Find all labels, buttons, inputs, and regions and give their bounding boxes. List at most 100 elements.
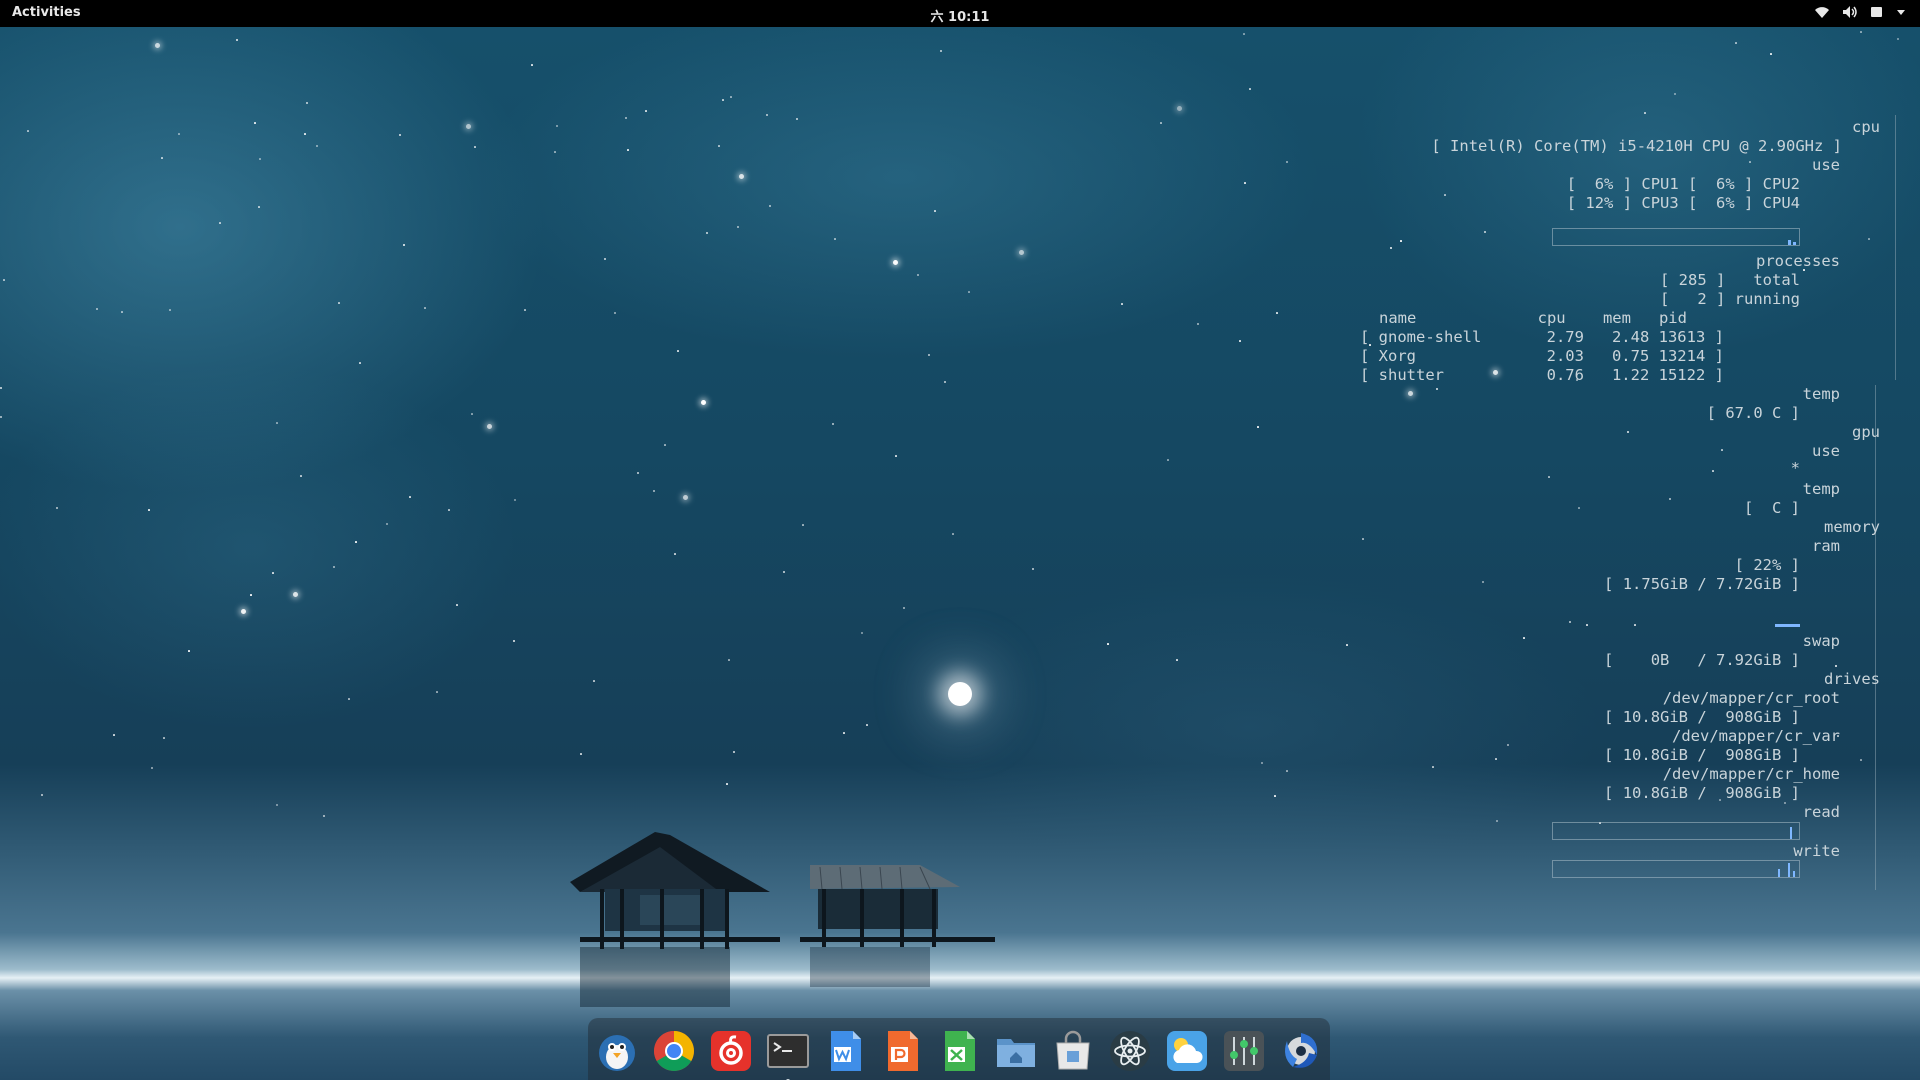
- star: [316, 145, 318, 147]
- star: [323, 815, 325, 817]
- battery-icon[interactable]: [1870, 5, 1884, 19]
- drives-header: drives: [1824, 670, 1880, 688]
- star: [121, 311, 123, 313]
- dock-item-atom[interactable]: [1106, 1027, 1154, 1075]
- star: [625, 117, 627, 119]
- stilt-huts-illustration: [570, 832, 995, 1007]
- volume-icon[interactable]: [1842, 5, 1858, 19]
- dropdown-icon[interactable]: [1896, 5, 1906, 19]
- swap-label: swap: [1802, 632, 1840, 650]
- star: [677, 350, 679, 352]
- star: [163, 737, 165, 739]
- swap-usage: [ 0B / 7.92GiB ]: [1604, 651, 1800, 669]
- application-dock: [588, 1018, 1330, 1080]
- drive-usage: [ 10.8GiB / 908GiB ]: [1604, 784, 1800, 802]
- star: [554, 151, 556, 153]
- star: [730, 96, 732, 98]
- star: [1239, 340, 1241, 342]
- star: [766, 114, 768, 116]
- star: [843, 732, 845, 734]
- star: [1249, 88, 1251, 90]
- star: [276, 804, 278, 806]
- dock-item-chrome[interactable]: [650, 1027, 698, 1075]
- star: [436, 691, 438, 693]
- star: [1897, 38, 1899, 40]
- star: [1244, 182, 1246, 184]
- star: [1197, 323, 1199, 325]
- star: [1019, 250, 1024, 255]
- star: [333, 566, 335, 568]
- star: [27, 130, 29, 132]
- star: [593, 680, 595, 682]
- star: [604, 258, 606, 260]
- star: [866, 724, 868, 726]
- dock-item-penguin[interactable]: [593, 1027, 641, 1075]
- star: [403, 244, 405, 246]
- star: [1276, 312, 1278, 314]
- star: [471, 413, 473, 415]
- star: [1261, 762, 1263, 764]
- dock-item-wps-presentation[interactable]: [878, 1027, 926, 1075]
- ram-label: ram: [1812, 537, 1840, 555]
- star: [1176, 659, 1178, 661]
- process-table-header: name cpu mem pid: [1379, 309, 1687, 327]
- drive-name: /dev/mapper/cr_home: [1662, 765, 1840, 783]
- dock-item-shutter[interactable]: [1277, 1027, 1325, 1075]
- dock-item-software-store[interactable]: [1049, 1027, 1097, 1075]
- atom-icon: [1110, 1031, 1150, 1071]
- wifi-icon[interactable]: [1814, 5, 1830, 19]
- wps-spreadsheet-icon: [945, 1031, 975, 1071]
- mixer-icon: [1224, 1031, 1264, 1071]
- dock-item-weather[interactable]: [1163, 1027, 1211, 1075]
- star: [524, 309, 526, 311]
- star: [386, 523, 388, 525]
- star: [664, 444, 666, 446]
- star: [701, 400, 706, 405]
- disk-write-graph: [1552, 860, 1800, 878]
- dock-item-mixer[interactable]: [1220, 1027, 1268, 1075]
- star: [338, 302, 340, 304]
- star: [1243, 33, 1245, 35]
- dock-item-wps-spreadsheet[interactable]: [935, 1027, 983, 1075]
- star: [674, 553, 676, 555]
- star: [399, 134, 401, 136]
- star: [293, 592, 298, 597]
- star: [236, 39, 238, 41]
- star: [1770, 53, 1772, 55]
- star: [1735, 42, 1737, 44]
- dock-item-netease-music[interactable]: [707, 1027, 755, 1075]
- processes-total: [ 285 ] total: [1660, 271, 1800, 289]
- cpu-temp-value: [ 67.0 C ]: [1706, 404, 1800, 422]
- star: [627, 149, 629, 151]
- conky-system-monitor: cpu [ Intel(R) Core(TM) i5-4210H CPU @ 2…: [1300, 115, 1900, 895]
- star: [1032, 568, 1034, 570]
- star: [1177, 106, 1182, 111]
- star: [645, 110, 647, 112]
- disk-read-graph: [1552, 822, 1800, 840]
- dock-item-terminal[interactable]: [764, 1027, 812, 1080]
- dock-item-wps-writer[interactable]: [821, 1027, 869, 1075]
- dock-item-home-folder[interactable]: [992, 1027, 1040, 1075]
- star: [614, 312, 616, 314]
- star: [1160, 122, 1162, 124]
- clock-button[interactable]: 六 10:11: [931, 10, 990, 25]
- star: [944, 381, 946, 383]
- star: [556, 125, 558, 127]
- star: [834, 238, 836, 240]
- activities-button[interactable]: Activities: [12, 5, 81, 20]
- star: [653, 490, 655, 492]
- star: [161, 157, 163, 159]
- star: [637, 472, 639, 474]
- star: [737, 226, 739, 228]
- star: [769, 205, 771, 207]
- star: [424, 307, 426, 309]
- gpu-use-value: *: [1790, 459, 1800, 477]
- star: [306, 102, 308, 104]
- system-tray[interactable]: [1814, 5, 1906, 19]
- star: [272, 572, 274, 574]
- star: [304, 133, 306, 135]
- drive-name: /dev/mapper/cr_root: [1662, 689, 1840, 707]
- star: [514, 499, 516, 501]
- star: [41, 794, 43, 796]
- star: [940, 50, 942, 52]
